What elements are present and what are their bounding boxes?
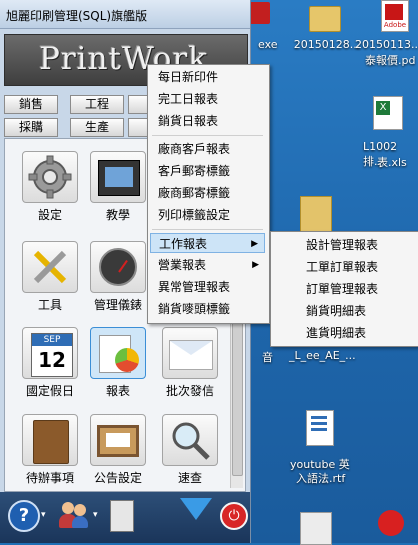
submenu-item-sales-details[interactable]: 銷貨明細表: [273, 301, 414, 321]
excel-icon: X: [376, 101, 390, 115]
rtf-file-icon[interactable]: [306, 410, 334, 446]
tile-label: 批次發信: [165, 384, 214, 398]
tile-dashboard[interactable]: 管理儀錶: [81, 241, 155, 313]
tile-batch-mail[interactable]: 批次發信: [153, 327, 227, 399]
notebook-icon: [22, 414, 78, 466]
reports-menu: 每日新印件 完工日報表 銷貨日報表 廠商客戶報表 客戶郵寄標籤 廠商郵寄標籤 列…: [147, 64, 270, 324]
calendar-month: SEP: [32, 334, 72, 346]
users-dropdown-icon[interactable]: ▾: [93, 510, 98, 520]
desktop-label-exe: exe: [258, 38, 278, 51]
pushpin-icon[interactable]: [378, 510, 404, 536]
bottom-toolbar: ? ▾ ▾ ⏻: [0, 492, 250, 543]
excel-file-icon[interactable]: X: [373, 96, 403, 130]
menu-item-sales-daily[interactable]: 銷貨日報表: [150, 111, 265, 131]
tab-sales[interactable]: 銷售: [4, 95, 58, 114]
desktop-label-sound: 音: [262, 351, 273, 364]
desktop-app-icon-top[interactable]: [248, 2, 270, 24]
submenu-arrow-icon: ▶: [252, 260, 259, 270]
mail-icon: [162, 327, 218, 379]
tile-tools[interactable]: 工具: [13, 241, 87, 313]
calculator-icon[interactable]: [110, 500, 134, 532]
tile-tutorial[interactable]: 教學: [81, 151, 155, 223]
tile-label: 管理儀錶: [93, 298, 142, 312]
menu-item-daily-new-jobs[interactable]: 每日新印件: [150, 67, 265, 87]
tile-label: 待辦事項: [25, 471, 74, 485]
bulletin-board-icon: [90, 414, 146, 466]
tile-label: 公告設定: [93, 471, 142, 485]
adobe-badge-text: Adobe: [383, 21, 407, 29]
title-bar[interactable]: 旭麗印刷管理(SQL)旗艦版: [0, 0, 250, 29]
tab-production[interactable]: 生產: [70, 118, 124, 137]
menu-item-work-reports[interactable]: 工作報表 ▶: [150, 233, 265, 253]
menu-item-label: 營業報表: [158, 258, 207, 272]
calendar-icon: SEP 12: [22, 327, 78, 379]
menu-item-customer-labels[interactable]: 客戶郵寄標籤: [150, 161, 265, 181]
tile-label: 教學: [105, 208, 130, 222]
bottom-app-icon[interactable]: [300, 512, 332, 545]
menu-item-vendor-customer[interactable]: 廠商客戶報表: [150, 139, 265, 159]
tile-quick-search[interactable]: 速查: [153, 414, 227, 486]
help-dropdown-icon[interactable]: ▾: [41, 510, 46, 520]
adobe-icon: [385, 4, 403, 20]
menu-item-shipping-mark-labels[interactable]: 銷貨嘜頭標籤: [150, 299, 265, 319]
desktop-label-xls: 表.xls: [377, 156, 407, 169]
tile-label: 速查: [177, 471, 202, 485]
tile-reports[interactable]: 報表: [81, 327, 155, 399]
tab-purchasing[interactable]: 採購: [4, 118, 58, 137]
tile-label: 工具: [37, 298, 62, 312]
desktop-label-rtf: 入語法.rtf: [296, 472, 346, 485]
menu-item-label: 工作報表: [159, 237, 208, 251]
tile-label: 報表: [105, 384, 130, 398]
film-icon: [90, 151, 146, 203]
submenu-item-work-order-reports[interactable]: 工單訂單報表: [273, 257, 414, 277]
window-title: 旭麗印刷管理(SQL)旗艦版: [6, 9, 148, 23]
desktop-label-20150113: 20150113...: [355, 38, 418, 51]
power-icon[interactable]: ⏻: [220, 502, 248, 530]
magnifier-icon: [162, 414, 218, 466]
tile-label: 國定假日: [25, 384, 74, 398]
menu-item-completion-daily[interactable]: 完工日報表: [150, 89, 265, 109]
calendar-day: 12: [38, 348, 66, 372]
tile-todo[interactable]: 待辦事項: [13, 414, 87, 486]
submenu-item-design-reports[interactable]: 設計管理報表: [273, 235, 414, 255]
tile-settings[interactable]: 設定: [13, 151, 87, 223]
submenu-item-order-reports[interactable]: 訂單管理報表: [273, 279, 414, 299]
pdf-file-icon[interactable]: Adobe: [381, 0, 409, 32]
dashboard-icon: [90, 241, 146, 293]
menu-item-label-settings[interactable]: 列印標籤設定: [150, 205, 265, 225]
desktop-folder-icon[interactable]: [309, 6, 341, 32]
menu-separator: [152, 135, 263, 136]
tab-hidden-1[interactable]: [128, 95, 148, 114]
tools-icon: [22, 241, 78, 293]
desktop-folder-icon-2[interactable]: [300, 196, 332, 234]
menu-item-vendor-labels[interactable]: 廠商郵寄標籤: [150, 183, 265, 203]
submenu-arrow-icon: ▶: [251, 239, 258, 249]
menu-item-exception-reports[interactable]: 異常管理報表: [150, 277, 265, 297]
menu-item-business-reports[interactable]: 營業報表 ▶: [150, 255, 265, 275]
help-icon[interactable]: ?: [8, 500, 40, 532]
submenu-item-purchase-details[interactable]: 進貨明細表: [273, 323, 414, 343]
tile-holidays[interactable]: SEP 12 國定假日: [13, 327, 87, 399]
rtf-icon: [311, 416, 327, 419]
menu-separator: [152, 229, 263, 230]
desktop-label-lee-ae: _L_ee_AE_...: [289, 349, 356, 362]
tile-announcement[interactable]: 公告設定: [81, 414, 155, 486]
tab-hidden-2[interactable]: [128, 118, 148, 137]
work-reports-submenu: 設計管理報表 工單訂單報表 訂單管理報表 銷貨明細表 進貨明細表: [270, 231, 418, 347]
users-icon[interactable]: [58, 500, 90, 530]
gear-icon: [22, 151, 78, 203]
down-arrow-icon[interactable]: [180, 498, 212, 520]
tile-label: 設定: [37, 208, 62, 222]
desktop-label-quote-pdf: 泰報價.pd: [365, 54, 416, 67]
tab-engineering[interactable]: 工程: [70, 95, 124, 114]
report-icon: [90, 327, 146, 379]
